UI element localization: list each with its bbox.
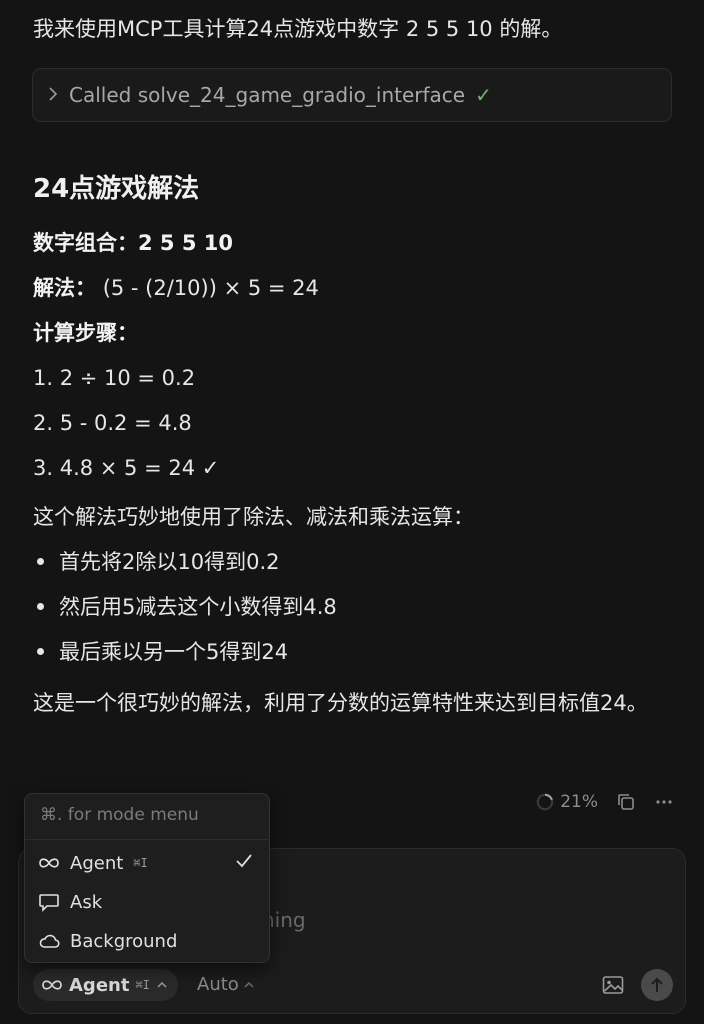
solution-value: (5 - (2/10)) × 5 = 24: [102, 276, 319, 300]
solution-line: 解法： (5 - (2/10)) × 5 = 24: [33, 273, 319, 303]
steps-label: 计算步骤：: [33, 321, 138, 345]
menu-item-shortcut: ⌘I: [133, 856, 148, 870]
numbers-value: 2 5 5 10: [138, 231, 233, 255]
message-status-bar: 21%: [536, 792, 674, 812]
mode-shortcut: ⌘I: [135, 978, 150, 992]
bullet-text: 然后用5减去这个小数得到4.8: [59, 595, 337, 619]
bullet-dot: [37, 602, 44, 610]
model-selector-button[interactable]: Auto: [197, 974, 255, 995]
menu-item-label: Ask: [70, 891, 103, 913]
menu-item-background[interactable]: Background: [38, 926, 177, 956]
arrow-up-icon: [651, 977, 663, 992]
numbers-line: 数字组合：2 5 5 10: [33, 228, 233, 258]
bullet-item: 然后用5减去这个小数得到4.8: [37, 592, 337, 622]
numbers-label: 数字组合：: [33, 231, 138, 255]
menu-item-label: Background: [70, 930, 178, 952]
menu-divider: [25, 839, 269, 840]
image-attach-icon[interactable]: [602, 975, 624, 995]
infinity-icon: [39, 858, 59, 868]
tool-call-collapsible[interactable]: Called solve_24_game_gradio_interface ✓: [32, 68, 672, 122]
solution-label: 解法：: [33, 276, 96, 300]
context-percent: 21%: [560, 792, 598, 812]
chat-bubble-icon: [39, 894, 59, 912]
tool-call-label: Called solve_24_game_gradio_interface: [69, 83, 466, 107]
bullet-text: 首先将2除以10得到0.2: [59, 550, 280, 574]
chevron-right-icon: [47, 83, 69, 107]
cloud-icon: [39, 934, 60, 948]
bullet-text: 最后乘以另一个5得到24: [59, 640, 289, 664]
step-item: 3. 4.8 × 5 = 24 ✓: [33, 456, 220, 480]
chevron-up-icon: [244, 981, 254, 988]
copy-icon[interactable]: [616, 792, 636, 812]
context-usage[interactable]: 21%: [536, 792, 598, 812]
menu-item-agent[interactable]: Agent ⌘I: [38, 848, 148, 878]
check-icon: [234, 851, 254, 875]
closing-text: 这是一个很巧妙的解法，利用了分数的运算特性来达到目标值24。: [33, 691, 648, 715]
menu-item-ask[interactable]: Ask: [38, 887, 102, 917]
step-item: 1. 2 ÷ 10 = 0.2: [33, 366, 196, 390]
infinity-icon: [42, 980, 62, 990]
mode-label: Agent: [69, 974, 130, 996]
intro-text: 我来使用MCP工具计算24点游戏中数字 2 5 5 10 的解。: [33, 17, 563, 41]
check-icon: ✓: [475, 83, 492, 107]
chevron-up-icon: [157, 981, 167, 988]
more-options-icon[interactable]: [654, 792, 674, 812]
menu-item-label: Agent: [70, 852, 124, 874]
steps-label-line: 计算步骤：: [33, 318, 138, 348]
bullet-dot: [37, 557, 44, 565]
model-label: Auto: [197, 974, 239, 995]
mode-selector-button[interactable]: Agent ⌘I: [33, 969, 178, 1001]
bullet-item: 最后乘以另一个5得到24: [37, 637, 288, 667]
answer-heading: 24点游戏解法: [33, 174, 200, 204]
mode-menu-hint: ⌘. for mode menu: [40, 805, 199, 825]
step-item: 2. 5 - 0.2 = 4.8: [33, 411, 192, 435]
bullet-item: 首先将2除以10得到0.2: [37, 547, 279, 577]
chat-page: 我来使用MCP工具计算24点游戏中数字 2 5 5 10 的解。 Called …: [0, 0, 704, 1024]
send-button[interactable]: [641, 969, 673, 1001]
explanation-text: 这个解法巧妙地使用了除法、减法和乘法运算：: [33, 505, 474, 529]
progress-ring-icon: [536, 793, 554, 811]
bullet-dot: [37, 647, 44, 655]
